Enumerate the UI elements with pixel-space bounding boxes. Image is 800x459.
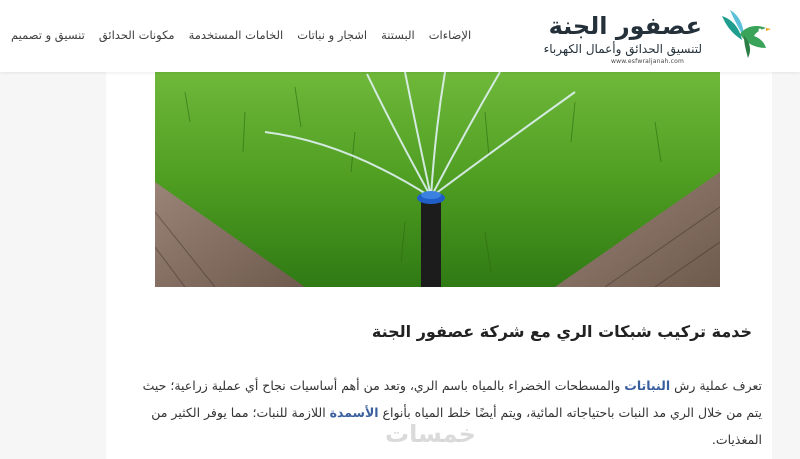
bird-logo-icon	[722, 10, 771, 58]
plants-link[interactable]: النباتات	[624, 378, 670, 393]
logo-tagline: لتنسيق الحدائق وأعمال الكهرباء	[543, 42, 702, 56]
main-nav: تنسيق و تصميم مكونات الحدائق الخامات الم…	[4, 25, 534, 45]
article-title: خدمة تركيب شبكات الري مع شركة عصفور الجن…	[371, 322, 752, 341]
sprinkler-hero-image	[155, 72, 720, 287]
watermark: خمسات	[385, 420, 476, 448]
logo-name: عصفور الجنة	[548, 12, 702, 40]
site-logo[interactable]: عصفور الجنة لتنسيق الحدائق وأعمال الكهرب…	[532, 6, 772, 66]
nav-item-materials[interactable]: الخامات المستخدمة	[182, 28, 291, 42]
nav-item-landscaping-design[interactable]: تنسيق و تصميم	[4, 28, 92, 42]
article-body-text-1: تعرف عملية رش	[670, 378, 762, 393]
logo-url: www.esfwraljanah.com	[611, 58, 684, 65]
fertilizers-link[interactable]: الأسمدة	[330, 405, 379, 420]
nav-item-garden-components[interactable]: مكونات الحدائق	[92, 28, 182, 42]
site-header: عصفور الجنة لتنسيق الحدائق وأعمال الكهرب…	[0, 0, 800, 72]
nav-item-trees-plants[interactable]: اشجار و نباتات	[290, 28, 374, 42]
nav-item-lighting[interactable]: الإضاءات	[422, 28, 478, 42]
nav-item-gardening[interactable]: البستنة	[374, 28, 422, 42]
